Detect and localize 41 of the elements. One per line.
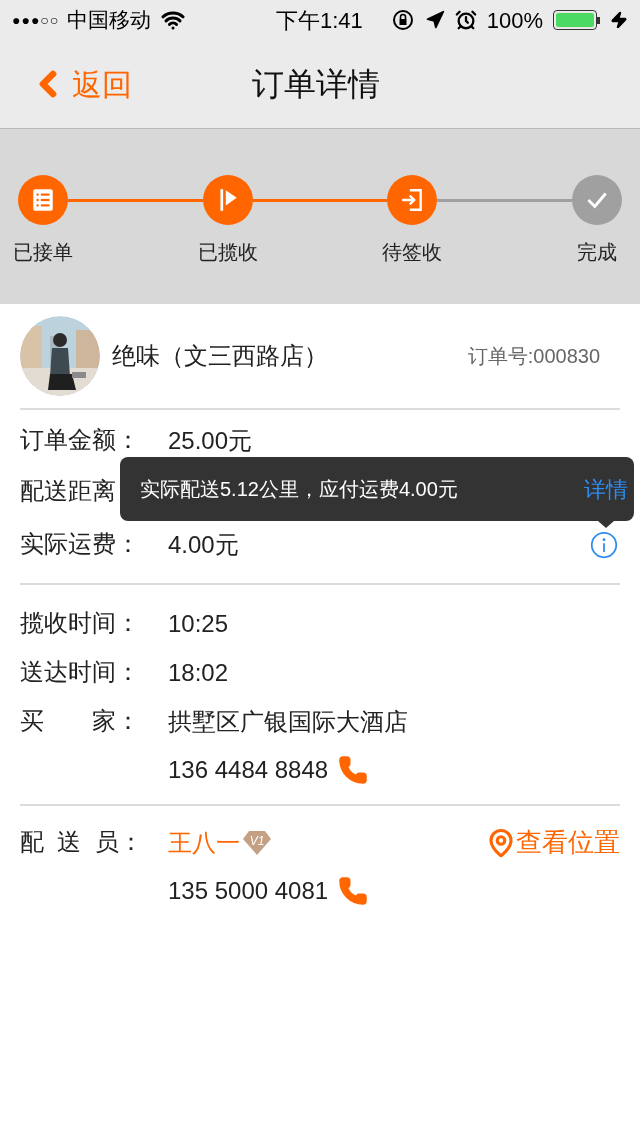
status-time: 下午1:41 bbox=[276, 6, 363, 35]
field-label: 配送距离 bbox=[20, 476, 116, 504]
carrier-name: 中国移动 bbox=[67, 7, 152, 34]
field-label: 配 送 员： bbox=[20, 827, 143, 855]
field-value: 王八一 bbox=[168, 829, 240, 856]
field-label: 送达时间： bbox=[20, 657, 140, 685]
location-arrow-icon bbox=[424, 10, 445, 30]
order-number: 订单号:000830 bbox=[467, 344, 600, 369]
signal-strength: ●●●○○ bbox=[12, 10, 60, 30]
phone-icon[interactable] bbox=[338, 876, 369, 906]
field-label: 订单金额： bbox=[20, 425, 140, 453]
battery-icon bbox=[553, 10, 600, 30]
alarm-icon bbox=[454, 9, 477, 31]
shop-name: 绝味（文三西路店） bbox=[112, 341, 328, 371]
battery-percent: 100% bbox=[486, 6, 543, 35]
field-value: 10:25 bbox=[168, 610, 229, 637]
list-icon bbox=[30, 187, 56, 213]
step-label: 待签收 bbox=[382, 240, 443, 265]
info-icon[interactable] bbox=[590, 530, 618, 559]
step-label: 已揽收 bbox=[197, 240, 258, 265]
back-button[interactable]: 返回 bbox=[28, 61, 132, 107]
map-pin-icon bbox=[486, 827, 516, 858]
buyer-phone: 136 4484 8848 bbox=[168, 755, 329, 785]
charging-icon bbox=[610, 11, 628, 29]
page-title: 订单详情 bbox=[252, 65, 380, 104]
field-value: 18:02 bbox=[168, 659, 229, 686]
field-value: 25.00元 bbox=[168, 427, 253, 454]
courier-phone: 135 5000 4081 bbox=[168, 876, 329, 906]
tooltip-text: 实际配送5.12公里，应付运费4.00元 bbox=[140, 477, 458, 502]
step-label: 已接单 bbox=[13, 240, 73, 265]
field-value: 4.00元 bbox=[168, 531, 239, 558]
rotation-lock-icon bbox=[390, 8, 415, 32]
step-label: 完成 bbox=[577, 240, 617, 265]
view-location-link[interactable]: 查看位置 bbox=[486, 823, 620, 862]
field-label: 买 家： bbox=[20, 706, 140, 734]
details-link[interactable]: 详情 bbox=[584, 472, 628, 506]
field-label: 实际运费： bbox=[20, 529, 140, 557]
field-label: 揽收时间： bbox=[20, 608, 140, 636]
vip-badge: V1 bbox=[242, 829, 272, 856]
field-value: 拱墅区广银国际大酒店 bbox=[168, 708, 408, 735]
phone-icon[interactable] bbox=[338, 755, 369, 785]
